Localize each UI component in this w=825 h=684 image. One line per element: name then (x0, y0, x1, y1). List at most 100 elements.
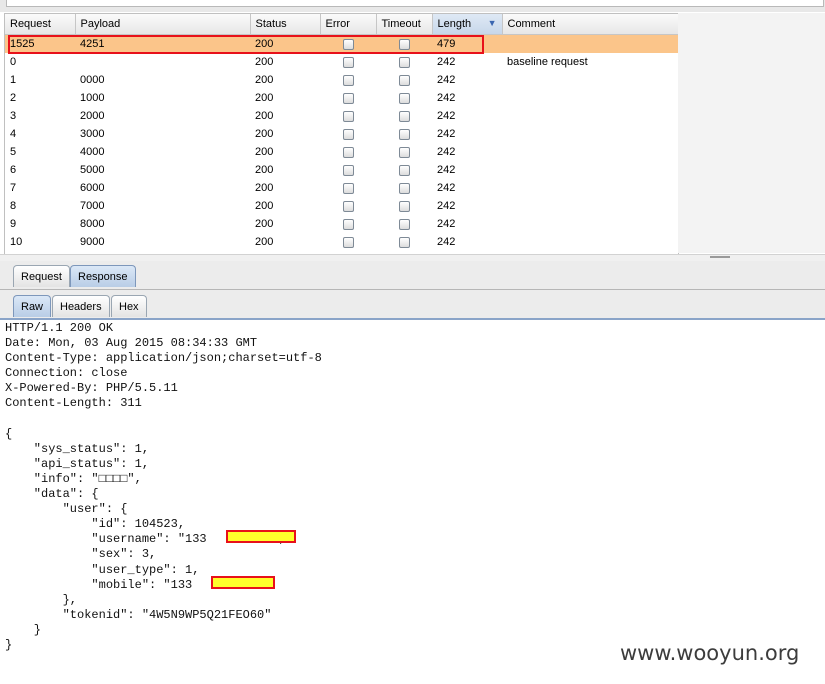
error-cell (320, 215, 376, 233)
cell-request: 6 (10, 164, 17, 176)
cell-comment (502, 161, 678, 179)
timeout-checkbox[interactable] (398, 218, 410, 230)
table-row[interactable]: 5 4000 200 242 (5, 143, 678, 161)
timeout-cell (376, 215, 432, 233)
column-header-length[interactable]: Length ▼ (432, 14, 503, 35)
cell-length: 242 (437, 92, 456, 104)
cell-length: 242 (437, 164, 456, 176)
table-row[interactable]: 1 0000 200 242 (5, 71, 678, 89)
response-body[interactable]: HTTP/1.1 200 OK Date: Mon, 03 Aug 2015 0… (5, 321, 322, 653)
cell-payload: 5000 (80, 164, 105, 176)
column-header-payload[interactable]: Payload (75, 14, 251, 35)
table-row[interactable]: 6 5000 200 242 (5, 161, 678, 179)
error-cell (320, 233, 376, 251)
timeout-cell (376, 53, 432, 71)
timeout-cell (376, 107, 432, 125)
tab-headers[interactable]: Headers (52, 295, 110, 317)
cell-status: 200 (255, 110, 274, 122)
cell-status: 200 (255, 128, 274, 140)
error-checkbox[interactable] (342, 164, 354, 176)
table-row[interactable]: 8 7000 200 242 (5, 197, 678, 215)
tab-response[interactable]: Response (70, 265, 136, 287)
timeout-cell (376, 143, 432, 161)
cell-length: 242 (437, 74, 456, 86)
error-checkbox[interactable] (342, 182, 354, 194)
table-row[interactable]: 9 8000 200 242 (5, 215, 678, 233)
tab-hex[interactable]: Hex (111, 295, 147, 317)
cell-length: 242 (437, 56, 456, 68)
error-checkbox[interactable] (342, 74, 354, 86)
redacted-mobile (211, 576, 275, 589)
timeout-checkbox[interactable] (398, 182, 410, 194)
highlight-box (8, 35, 484, 54)
cell-status: 200 (255, 182, 274, 194)
cell-request: 3 (10, 110, 17, 122)
cell-comment (502, 107, 678, 125)
table-row[interactable]: 3 2000 200 242 (5, 107, 678, 125)
error-cell (320, 89, 376, 107)
cell-request: 10 (10, 236, 23, 248)
cell-payload: 8000 (80, 218, 105, 230)
timeout-cell (376, 125, 432, 143)
cell-payload: 1000 (80, 92, 105, 104)
column-header-comment[interactable]: Comment (502, 14, 678, 35)
error-checkbox[interactable] (342, 146, 354, 158)
timeout-checkbox[interactable] (398, 92, 410, 104)
column-header-status[interactable]: Status (250, 14, 321, 35)
timeout-checkbox[interactable] (398, 164, 410, 176)
error-cell (320, 53, 376, 71)
error-checkbox[interactable] (342, 92, 354, 104)
cell-comment (502, 179, 678, 197)
tab-request[interactable]: Request (13, 265, 70, 287)
cell-request: 5 (10, 146, 17, 158)
cell-payload: 3000 (80, 128, 105, 140)
timeout-cell (376, 197, 432, 215)
error-checkbox[interactable] (342, 236, 354, 248)
cell-length: 242 (437, 182, 456, 194)
timeout-checkbox[interactable] (398, 56, 410, 68)
cell-length: 242 (437, 218, 456, 230)
table-row[interactable]: 2 1000 200 242 (5, 89, 678, 107)
top-strip (0, 0, 825, 12)
table-row[interactable]: 7 6000 200 242 (5, 179, 678, 197)
top-input-bar (6, 0, 824, 7)
viewer-tab-bar: Request Response (0, 261, 825, 290)
timeout-cell (376, 179, 432, 197)
timeout-checkbox[interactable] (398, 200, 410, 212)
table-row[interactable]: 4 3000 200 242 (5, 125, 678, 143)
cell-request: 2 (10, 92, 17, 104)
error-cell (320, 125, 376, 143)
splitter-grip-icon[interactable] (710, 256, 730, 258)
column-header-error[interactable]: Error (320, 14, 377, 35)
error-checkbox[interactable] (342, 200, 354, 212)
column-header-request[interactable]: Request (5, 14, 76, 35)
error-cell (320, 179, 376, 197)
cell-status: 200 (255, 236, 274, 248)
cell-payload: 6000 (80, 182, 105, 194)
sort-desc-icon: ▼ (487, 18, 497, 28)
cell-comment (502, 34, 678, 53)
error-checkbox[interactable] (342, 110, 354, 122)
timeout-checkbox[interactable] (398, 74, 410, 86)
timeout-checkbox[interactable] (398, 236, 410, 248)
redacted-username (226, 530, 296, 543)
cell-status: 200 (255, 56, 274, 68)
cell-request: 4 (10, 128, 17, 140)
error-checkbox[interactable] (342, 56, 354, 68)
error-checkbox[interactable] (342, 218, 354, 230)
column-header-timeout[interactable]: Timeout (376, 14, 433, 35)
error-cell (320, 71, 376, 89)
table-row[interactable]: 0 200 242 baseline request (5, 53, 678, 71)
timeout-checkbox[interactable] (398, 110, 410, 122)
timeout-checkbox[interactable] (398, 146, 410, 158)
timeout-checkbox[interactable] (398, 128, 410, 140)
cell-comment (502, 197, 678, 215)
cell-payload: 2000 (80, 110, 105, 122)
error-cell (320, 161, 376, 179)
error-checkbox[interactable] (342, 128, 354, 140)
tab-raw[interactable]: Raw (13, 295, 52, 317)
cell-status: 200 (255, 164, 274, 176)
cell-request: 8 (10, 200, 17, 212)
table-row[interactable]: 10 9000 200 242 (5, 233, 678, 251)
timeout-cell (376, 233, 432, 251)
